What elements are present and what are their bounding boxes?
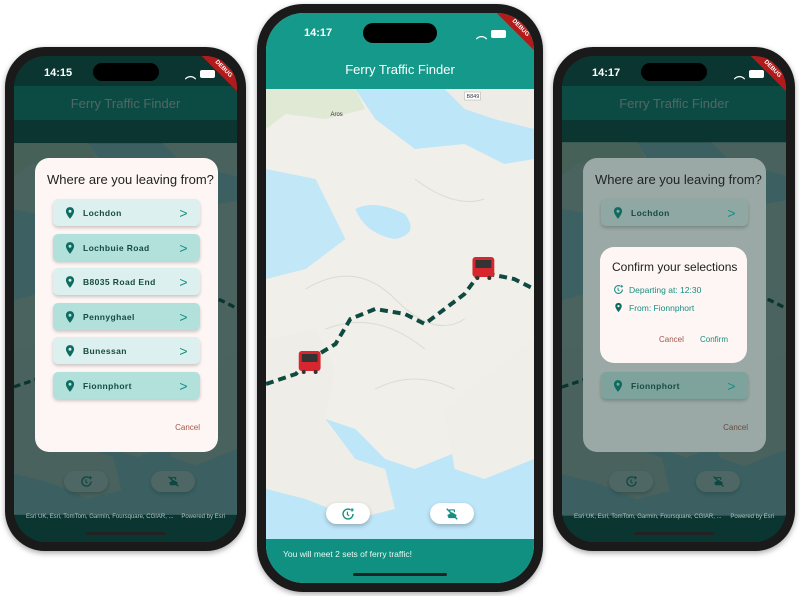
- wifi-icon: ︵: [185, 69, 196, 81]
- map-attribution: Esri UK, Esri, TomTom, Garmin, Foursquar…: [562, 509, 786, 525]
- chevron-right-icon: >: [179, 204, 188, 221]
- result-bar: You will meet 2 sets of ferry traffic!: [266, 539, 534, 583]
- powered-by: Powered by Esri: [730, 514, 774, 520]
- confirm-cancel-button[interactable]: Cancel: [659, 335, 684, 344]
- status-bar: 14:17 ︵ DEBUG: [266, 13, 534, 54]
- clock-plus-icon: [341, 507, 355, 521]
- status-bar: 14:15 ︵ DEBUG: [14, 56, 237, 95]
- location-item-fionnphort[interactable]: Fionnphort >: [601, 372, 748, 399]
- screen: 14:17 ︵ DEBUG Ferry Traffic Finder Aros B8…: [266, 13, 534, 583]
- home-indicator: [85, 532, 166, 535]
- status-time: 14:17: [592, 67, 621, 79]
- phone-left: Ferry Traffic Finder 14:15︵DEBUG Esri UK…: [5, 47, 246, 551]
- item-label: Pennyghael: [83, 311, 135, 322]
- item-label: Lochdon: [83, 207, 122, 218]
- result-message: You will meet 2 sets of ferry traffic!: [283, 549, 412, 559]
- status-time: 14:15: [44, 67, 73, 79]
- departing-text: Departing at: 12:30: [629, 284, 702, 295]
- dialog-title: Where are you leaving from?: [595, 172, 762, 187]
- location-item-lochdon[interactable]: Lochdon >: [53, 199, 200, 226]
- pin-icon: [63, 206, 77, 220]
- from-text: From: Fionnphort: [629, 302, 695, 313]
- location-item-lochdon[interactable]: Lochdon >: [601, 199, 748, 226]
- cancel-button[interactable]: Cancel: [723, 423, 748, 432]
- chevron-right-icon: >: [727, 377, 736, 394]
- location-item-lochbuie-road[interactable]: Lochbuie Road >: [53, 234, 200, 261]
- powered-by: Powered by Esri: [181, 514, 225, 520]
- location-item-fionnphort[interactable]: Fionnphort >: [53, 372, 200, 399]
- attribution-text: Esri UK, Esri, TomTom, Garmin, Foursquar…: [26, 514, 174, 520]
- cancel-button[interactable]: Cancel: [175, 423, 200, 432]
- confirm-dialog: Confirm your selections Departing at: 12…: [600, 247, 747, 363]
- app-title: Ferry Traffic Finder: [345, 62, 455, 77]
- home-indicator: [353, 573, 447, 576]
- battery-icon: [491, 30, 506, 38]
- attribution-text: Esri UK, Esri, TomTom, Garmin, Foursquar…: [574, 514, 722, 520]
- pin-icon: [63, 310, 77, 324]
- battery-icon: [749, 70, 764, 78]
- dynamic-island: [363, 23, 437, 43]
- dynamic-island: [641, 63, 707, 81]
- item-label: B8035 Road End: [83, 276, 156, 287]
- phone-center: 14:17 ︵ DEBUG Ferry Traffic Finder Aros B8…: [257, 4, 543, 592]
- chevron-right-icon: >: [179, 239, 188, 256]
- ferry-off-icon: [445, 507, 459, 521]
- location-dialog: Where are you leaving from? Lochdon > Loc…: [35, 158, 218, 452]
- departure-time-button[interactable]: [326, 503, 370, 524]
- wifi-icon: ︵: [476, 29, 487, 41]
- ferry-toggle-button[interactable]: [430, 503, 474, 524]
- pin-icon: [63, 275, 77, 289]
- map-attribution: Esri UK, Esri, TomTom, Garmin, Foursquar…: [14, 509, 237, 525]
- home-indicator: [634, 532, 714, 535]
- battery-icon: [200, 70, 215, 78]
- item-label: Fionnphort: [83, 380, 132, 391]
- screen: Ferry Traffic Finder 14:15︵DEBUG Esri UK…: [14, 56, 237, 542]
- pin-icon: [611, 206, 625, 220]
- chevron-right-icon: >: [727, 204, 736, 221]
- screen: Ferry Traffic Finder 14:17︵DEBUG Esri UK…: [562, 56, 786, 542]
- item-label: Bunessan: [83, 345, 127, 356]
- chevron-right-icon: >: [179, 273, 188, 290]
- clock-plus-icon: [613, 284, 624, 295]
- map[interactable]: Aros B849: [266, 89, 534, 539]
- location-item-pennyghael[interactable]: Pennyghael >: [53, 303, 200, 330]
- pin-icon: [63, 379, 77, 393]
- departing-row: Departing at: 12:30: [613, 284, 701, 295]
- status-bar: 14:17 ︵ DEBUG: [562, 56, 786, 95]
- map-label: Aros: [331, 112, 343, 118]
- pin-icon: [611, 379, 625, 393]
- pin-icon: [613, 302, 624, 313]
- chevron-right-icon: >: [179, 342, 188, 359]
- location-item-bunessan[interactable]: Bunessan >: [53, 337, 200, 364]
- pin-icon: [63, 241, 77, 255]
- dialog-title: Where are you leaving from?: [47, 172, 214, 187]
- dynamic-island: [92, 63, 159, 81]
- map-label: B849: [467, 94, 480, 100]
- chevron-right-icon: >: [179, 377, 188, 394]
- item-label: Lochdon: [631, 207, 670, 218]
- app-bar: Ferry Traffic Finder: [266, 53, 534, 89]
- from-row: From: Fionnphort: [613, 302, 694, 313]
- confirm-button[interactable]: Confirm: [700, 335, 728, 344]
- pin-icon: [63, 344, 77, 358]
- item-label: Fionnphort: [631, 380, 680, 391]
- confirm-title: Confirm your selections: [612, 260, 738, 274]
- item-label: Lochbuie Road: [83, 242, 150, 253]
- wifi-icon: ︵: [734, 69, 745, 81]
- location-item-b8035-road-end[interactable]: B8035 Road End >: [53, 268, 200, 295]
- phone-right: Ferry Traffic Finder 14:17︵DEBUG Esri UK…: [553, 47, 795, 551]
- chevron-right-icon: >: [179, 308, 188, 325]
- status-time: 14:17: [304, 27, 333, 39]
